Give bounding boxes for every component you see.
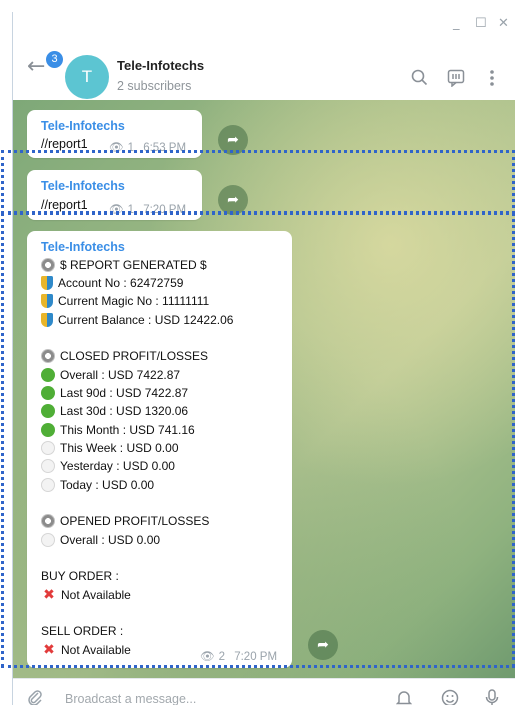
unread-badge: 3 xyxy=(46,51,63,68)
paperclip-icon[interactable] xyxy=(27,689,43,705)
search-icon[interactable] xyxy=(411,69,428,91)
message-sender[interactable]: Tele-Infotechs xyxy=(41,119,125,133)
avatar[interactable]: T xyxy=(65,55,109,99)
more-vertical-icon[interactable] xyxy=(489,69,495,91)
title-bar: _ ☐ ✕ xyxy=(13,12,515,38)
message-composer: Broadcast a message... xyxy=(13,678,515,705)
chat-header: ← 3 T Tele-Infotechs 2 subscribers xyxy=(13,38,515,101)
channel-title[interactable]: Tele-Infotechs xyxy=(117,58,204,73)
emoji-icon[interactable] xyxy=(441,689,459,705)
close-button[interactable]: ✕ xyxy=(498,16,509,31)
comment-icon[interactable] xyxy=(447,69,465,91)
subscriber-count: 2 subscribers xyxy=(117,79,192,93)
message-input[interactable]: Broadcast a message... xyxy=(65,692,196,705)
bell-icon[interactable] xyxy=(395,689,413,705)
message-text: //report1 xyxy=(41,137,88,151)
minimize-button[interactable]: _ xyxy=(453,16,460,31)
maximize-button[interactable]: ☐ xyxy=(475,16,487,31)
microphone-icon[interactable] xyxy=(485,689,499,705)
arrow-left-icon[interactable]: ← xyxy=(27,54,45,79)
highlight-frame xyxy=(1,212,515,668)
highlight-frame xyxy=(1,150,515,214)
